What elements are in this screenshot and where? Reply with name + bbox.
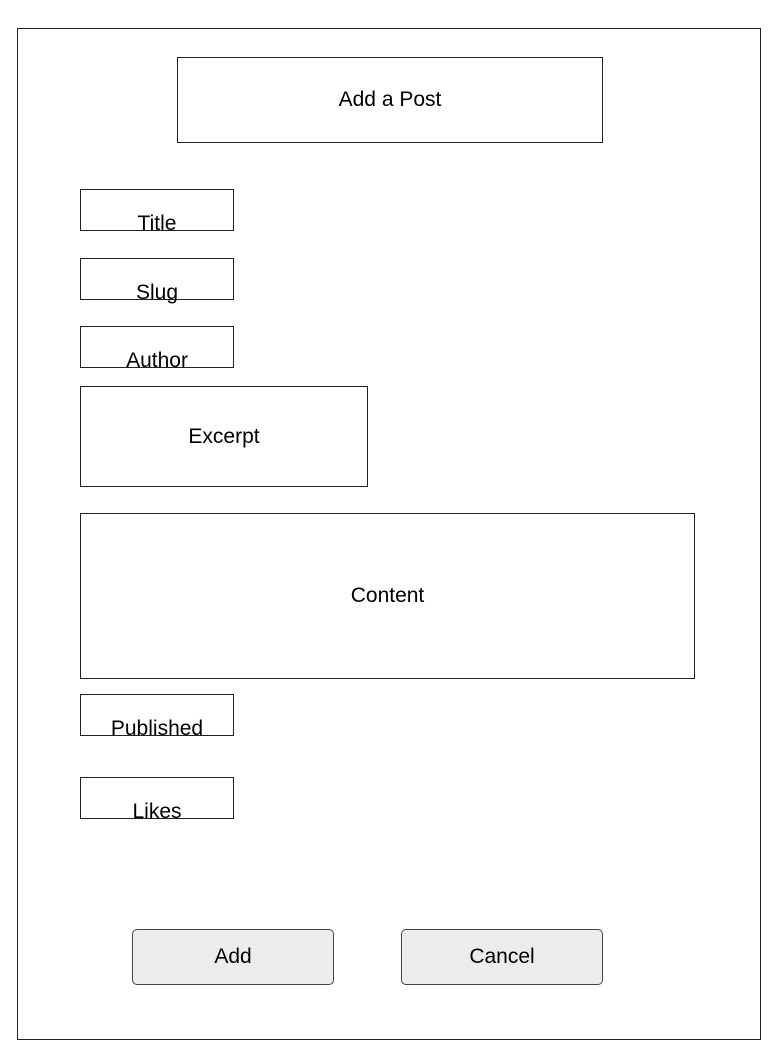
likes-field-label: Likes [132, 800, 182, 823]
cancel-button[interactable]: Cancel [401, 929, 603, 985]
excerpt-field-label: Excerpt [188, 424, 260, 448]
author-field-label: Author [126, 349, 188, 372]
published-field[interactable]: Published [80, 694, 234, 740]
slug-field[interactable]: Slug [80, 258, 234, 304]
content-field[interactable]: Content [80, 513, 695, 679]
title-field-label: Title [137, 212, 177, 235]
author-field[interactable]: Author [80, 326, 234, 372]
content-field-label: Content [350, 584, 425, 607]
form-title-text: Add a Post [338, 88, 442, 111]
excerpt-field[interactable]: Excerpt [80, 386, 368, 487]
likes-field[interactable]: Likes [80, 777, 234, 823]
title-field[interactable]: Title [80, 189, 234, 235]
form-title: Add a Post [177, 57, 603, 143]
published-field-label: Published [110, 717, 204, 740]
add-button[interactable]: Add [132, 929, 334, 985]
slug-field-label: Slug [135, 281, 179, 304]
